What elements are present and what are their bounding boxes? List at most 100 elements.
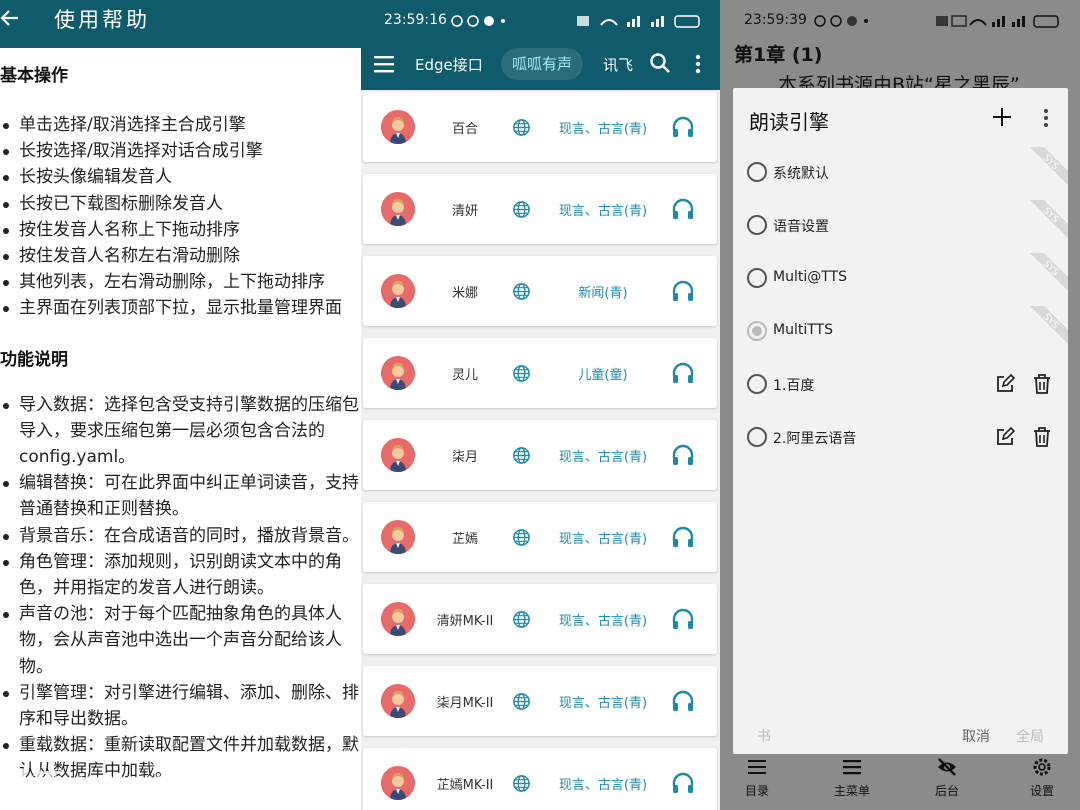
voice-name: 百合	[451, 122, 478, 137]
voice-card[interactable]: 清妍 现言、古言(青)	[363, 174, 717, 244]
list-item: 其他列表，左右滑动删除，上下拖动排序	[0, 269, 361, 295]
headphones-icon[interactable]	[671, 361, 695, 385]
person-avatar-icon	[381, 356, 415, 390]
avatar[interactable]	[381, 602, 415, 636]
status-icons	[451, 15, 505, 27]
tts-engine-dialog: 朗读引擎 系统默认 SYS 语音设置 SYS Multi@TTS SYS MultiTTS S…	[733, 88, 1068, 754]
voice-card[interactable]: 米娜 新闻(青)	[363, 256, 717, 326]
engine-label: 语音设置	[773, 219, 829, 235]
edit-icon[interactable]	[995, 374, 1015, 394]
voice-card[interactable]: 柒月MK-II 现言、古言(青)	[363, 666, 717, 736]
sys-corner-badge: SYS	[1030, 147, 1068, 185]
globe-icon	[513, 611, 530, 628]
avatar[interactable]	[381, 192, 415, 226]
list-icon	[748, 760, 766, 774]
features-list: 导入数据：选择包含受支持引擎数据的压缩包导入，要求压缩包第一层必须包含合法的co…	[0, 392, 361, 785]
nav-label: 主菜单	[833, 784, 870, 798]
headphones-icon[interactable]	[671, 279, 695, 303]
trash-icon[interactable]	[1032, 373, 1052, 395]
avatar[interactable]	[381, 438, 415, 472]
signal-battery-icon	[577, 15, 700, 28]
radio-button[interactable]	[747, 268, 767, 288]
avatar[interactable]	[381, 520, 415, 554]
engine-item[interactable]: 语音设置 SYS	[733, 200, 1068, 253]
voice-card[interactable]: 灵儿 儿童(童)	[363, 338, 717, 408]
signal-battery-icon	[936, 15, 1059, 28]
avatar[interactable]	[381, 274, 415, 308]
status-time: 23:59:39	[744, 12, 807, 28]
tab-xunfei[interactable]: 讯飞	[603, 54, 633, 75]
edit-icon[interactable]	[995, 427, 1015, 447]
nav-settings[interactable]: 设置	[1007, 756, 1077, 799]
voice-style: 新闻(青)	[578, 286, 628, 301]
avatar[interactable]	[381, 684, 415, 718]
search-icon[interactable]	[649, 52, 671, 74]
section-title-basic: 基本操作	[0, 66, 68, 86]
engine-label: 2.阿里云语音	[773, 431, 857, 447]
cancel-button[interactable]: 取消	[962, 726, 990, 746]
avatar[interactable]	[381, 110, 415, 144]
nav-catalog[interactable]: 目录	[722, 756, 792, 799]
headphones-icon[interactable]	[671, 443, 695, 467]
tab-edge[interactable]: Edge接口	[415, 54, 483, 75]
headphones-icon[interactable]	[671, 771, 695, 795]
voice-name: 清妍	[451, 204, 478, 219]
engine-item[interactable]: 系统默认 SYS	[733, 147, 1068, 200]
list-item: 按住发音人名称左右滑动删除	[0, 243, 361, 269]
list-item: 主界面在列表顶部下拉，显示批量管理界面	[0, 295, 361, 321]
radio-button[interactable]	[747, 374, 767, 394]
list-item: 背景音乐：在合成语音的同时，播放背景音。	[0, 523, 361, 549]
headphones-icon[interactable]	[671, 197, 695, 221]
gear-icon	[1033, 758, 1051, 776]
add-icon[interactable]	[991, 106, 1013, 128]
radio-button[interactable]	[747, 321, 767, 341]
headphones-icon[interactable]	[671, 525, 695, 549]
status-bar: 23:59:16	[361, 0, 720, 42]
reader-panel: 23:59:39 第1章 (1) 本系列书源由B站“星之黑辰” 朗读引擎 系统默…	[720, 0, 1080, 810]
headphones-icon[interactable]	[671, 689, 695, 713]
more-vert-icon[interactable]	[1043, 108, 1049, 128]
headphones-icon[interactable]	[671, 115, 695, 139]
voice-name: 灵儿	[451, 368, 478, 383]
engine-label: MultiTTS	[773, 322, 833, 338]
trash-icon[interactable]	[1032, 426, 1052, 448]
menu-icon	[843, 760, 861, 775]
headphones-icon[interactable]	[671, 607, 695, 631]
section-title-features: 功能说明	[0, 349, 68, 370]
sys-corner-badge: SYS	[1030, 200, 1068, 238]
sys-corner-badge: SYS	[1030, 306, 1068, 344]
voice-card[interactable]: 芷嫣 现言、古言(青)	[363, 502, 717, 572]
status-bar: 23:59:39	[720, 0, 1080, 40]
nav-main-menu[interactable]: 主菜单	[817, 756, 887, 799]
engine-item[interactable]: Multi@TTS SYS	[733, 253, 1068, 306]
more-vert-icon[interactable]	[695, 54, 701, 74]
voice-style: 现言、古言(青)	[558, 204, 648, 219]
list-item: 按住发音人名称上下拖动排序	[0, 217, 361, 243]
person-avatar-icon	[381, 192, 415, 226]
engine-item[interactable]: 2.阿里云语音	[733, 412, 1068, 465]
engine-item[interactable]: 1.百度	[733, 359, 1068, 412]
menu-icon[interactable]	[373, 54, 395, 74]
radio-button[interactable]	[747, 162, 767, 182]
radio-button[interactable]	[747, 427, 767, 447]
person-avatar-icon	[381, 274, 415, 308]
chapter-title: 第1章 (1)	[734, 44, 823, 66]
sys-corner-badge: SYS	[1030, 253, 1068, 291]
engine-item[interactable]: MultiTTS SYS	[733, 306, 1068, 359]
voice-card[interactable]: 清妍MK-II 现言、古言(青)	[363, 584, 717, 654]
voice-card[interactable]: 百合 现言、古言(青)	[363, 92, 717, 162]
avatar[interactable]	[381, 356, 415, 390]
back-arrow-icon[interactable]	[0, 6, 22, 30]
book-button[interactable]: 书	[757, 726, 771, 746]
voice-card[interactable]: 柒月 现言、古言(青)	[363, 420, 717, 490]
radio-button[interactable]	[747, 215, 767, 235]
help-content: 基本操作 单击选择/取消选择主合成引擎 长按选择/取消选择对话合成引擎 长按头像…	[0, 60, 361, 785]
nav-background[interactable]: 后台	[912, 756, 982, 799]
engine-label: Multi@TTS	[773, 269, 847, 285]
list-item: 编辑替换：可在此界面中纠正单词读音，支持普通替换和正则替换。	[0, 470, 361, 522]
bottom-nav: 目录 主菜单 后台 设置	[720, 754, 1080, 810]
global-button[interactable]: 全局	[1016, 726, 1044, 746]
tab-guagua[interactable]: 呱呱有声	[501, 48, 584, 80]
voice-name: 柒月MK-II	[436, 696, 494, 711]
person-avatar-icon	[381, 602, 415, 636]
